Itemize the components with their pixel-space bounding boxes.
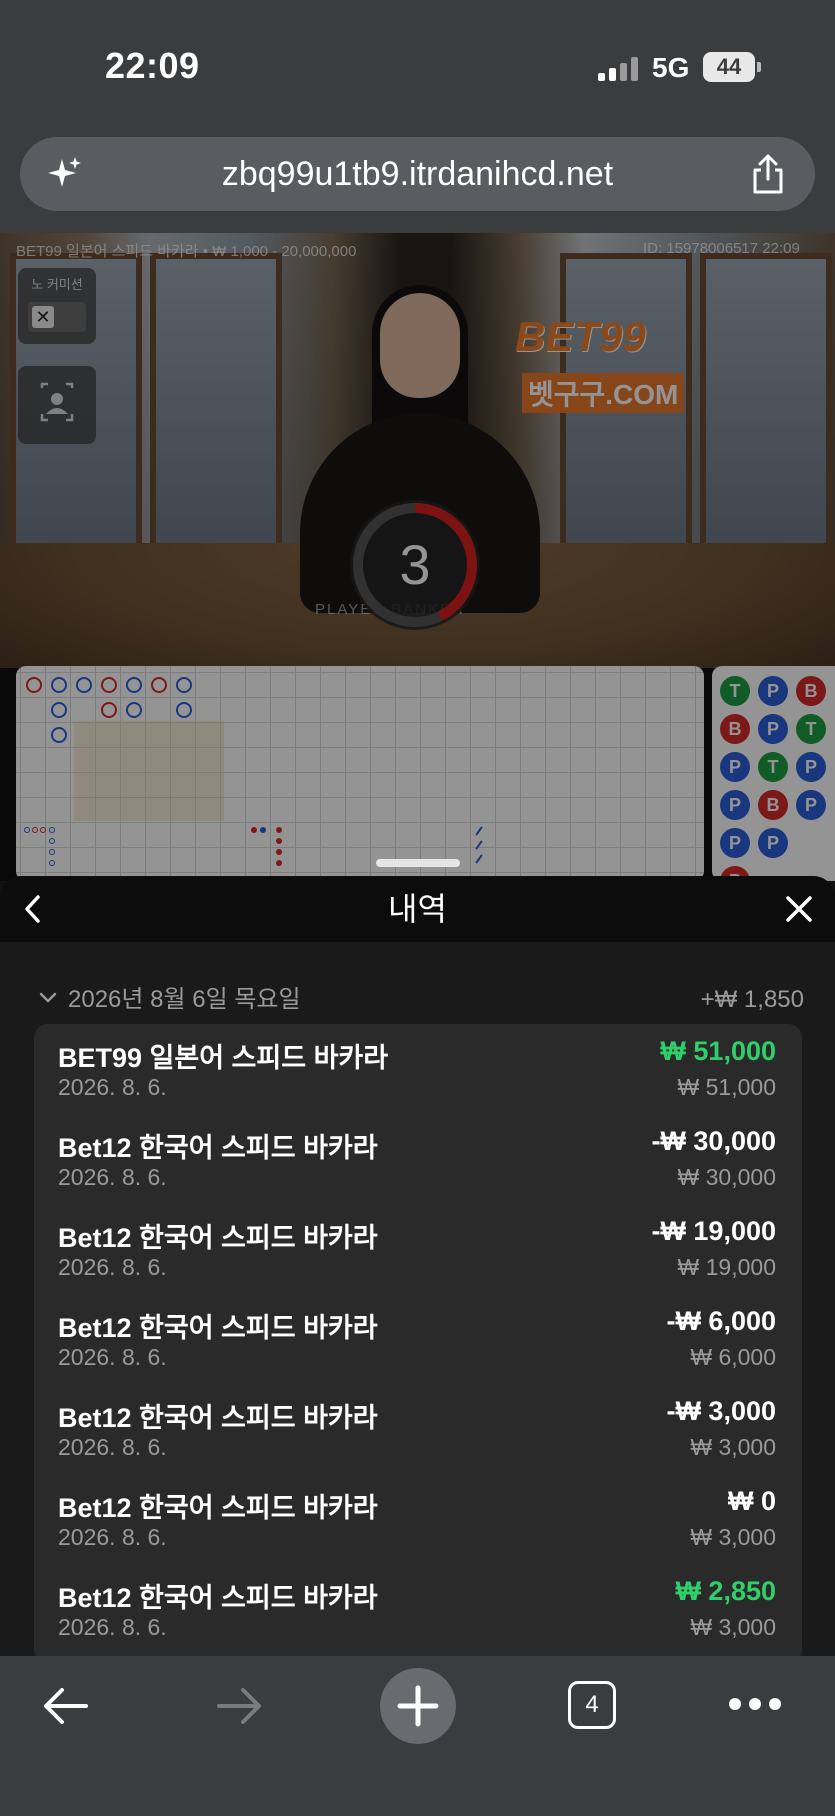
item-stake: ₩ 30,000 <box>677 1164 776 1190</box>
history-item[interactable]: Bet12 한국어 스피드 바카라 2026. 8. 6. ₩ 2,850 ₩ … <box>34 1564 802 1654</box>
item-stake: ₩ 3,000 <box>690 1614 776 1640</box>
item-stake: ₩ 19,000 <box>677 1254 776 1280</box>
close-icon[interactable] <box>784 894 814 924</box>
tabs-button[interactable]: 4 <box>568 1681 616 1729</box>
new-tab-button[interactable] <box>380 1668 456 1744</box>
timer-value: 3 <box>399 533 431 596</box>
bead-player: P <box>720 752 750 782</box>
address-bar[interactable]: zbq99u1tb9.itrdanihcd.net <box>20 137 815 211</box>
no-commission-label: 노 커미션 <box>31 277 83 292</box>
bead-player: P <box>758 714 788 744</box>
big-road-scoreboard <box>16 666 704 881</box>
item-amount: ₩ 51,000 <box>660 1036 776 1066</box>
back-arrow-icon[interactable] <box>40 1684 90 1728</box>
bead-player: P <box>758 828 788 858</box>
item-date: 2026. 8. 6. <box>58 1524 167 1550</box>
browser-toolbar: 4 <box>0 1656 835 1816</box>
game-id: ID: 15978006517 22:09 <box>643 240 800 257</box>
bead-player: P <box>720 790 750 820</box>
history-item[interactable]: BET99 일본어 스피드 바카라 2026. 8. 6. ₩ 51,000 ₩… <box>34 1024 802 1114</box>
item-stake: ₩ 6,000 <box>690 1344 776 1370</box>
share-icon[interactable] <box>748 153 788 195</box>
forward-arrow-icon[interactable] <box>215 1684 265 1728</box>
history-item[interactable]: Bet12 한국어 스피드 바카라 2026. 8. 6. -₩ 19,000 … <box>34 1204 802 1294</box>
bead-player: P <box>796 752 826 782</box>
day-group-header[interactable]: 2026년 8월 6일 목요일 +₩ 1,850 <box>34 980 804 1020</box>
close-icon: ✕ <box>32 306 54 328</box>
item-amount: -₩ 3,000 <box>666 1396 776 1426</box>
plus-icon <box>397 1685 439 1727</box>
history-item[interactable]: Bet12 한국어 스피드 바카라 2026. 8. 6. -₩ 3,000 ₩… <box>34 1384 802 1474</box>
chevron-down-icon <box>39 992 57 1003</box>
item-stake: ₩ 3,000 <box>690 1524 776 1550</box>
game-name: Bet12 한국어 스피드 바카라 <box>58 1583 378 1613</box>
url-text[interactable]: zbq99u1tb9.itrdanihcd.net <box>20 137 815 211</box>
history-list: BET99 일본어 스피드 바카라 2026. 8. 6. ₩ 51,000 ₩… <box>34 1024 802 1664</box>
history-item[interactable]: Bet12 한국어 스피드 바카라 2026. 8. 6. -₩ 30,000 … <box>34 1114 802 1204</box>
history-item[interactable]: Bet12 한국어 스피드 바카라 2026. 8. 6. -₩ 6,000 ₩… <box>34 1294 802 1384</box>
person-frame-icon <box>40 382 74 422</box>
no-commission-toggle[interactable]: 노 커미션 ✕ <box>18 268 96 344</box>
bead-banker: B <box>758 790 788 820</box>
history-item[interactable]: Bet12 한국어 스피드 바카라 2026. 8. 6. ₩ 0 ₩ 3,00… <box>34 1474 802 1564</box>
network-type: 5G <box>652 52 690 83</box>
brand-logo: BET99 <box>515 313 646 360</box>
game-name: Bet12 한국어 스피드 바카라 <box>58 1133 378 1163</box>
item-date: 2026. 8. 6. <box>58 1074 167 1100</box>
bead-player: P <box>758 676 788 706</box>
brand-logo-subtext: 벳구구.COM <box>522 373 685 413</box>
item-amount: -₩ 6,000 <box>666 1306 776 1336</box>
day-date: 2026년 8월 6일 목요일 <box>68 986 301 1013</box>
bead-banker: B <box>796 676 826 706</box>
sheet-header: 내역 <box>0 876 835 942</box>
history-sheet: 내역 2026년 8월 6일 목요일 +₩ 1,850 BET99 일본어 스피… <box>0 876 835 1664</box>
game-name: Bet12 한국어 스피드 바카라 <box>58 1493 378 1523</box>
item-stake: ₩ 3,000 <box>690 1434 776 1460</box>
countdown-timer: 3 <box>350 500 480 630</box>
bead-tie: T <box>720 676 750 706</box>
cellular-signal-icon <box>598 57 640 81</box>
item-amount: -₩ 30,000 <box>651 1126 776 1156</box>
battery-icon: 44 <box>703 52 761 82</box>
item-date: 2026. 8. 6. <box>58 1614 167 1640</box>
item-amount: -₩ 19,000 <box>651 1216 776 1246</box>
item-amount: ₩ 2,850 <box>675 1576 776 1606</box>
game-name: Bet12 한국어 스피드 바카라 <box>58 1403 378 1433</box>
item-date: 2026. 8. 6. <box>58 1254 167 1280</box>
bead-player: P <box>720 828 750 858</box>
game-name: Bet12 한국어 스피드 바카라 <box>58 1313 378 1343</box>
sheet-grabber[interactable] <box>376 859 460 867</box>
item-amount: ₩ 0 <box>727 1486 776 1516</box>
bead-tie: T <box>758 752 788 782</box>
bead-banker: B <box>720 714 750 744</box>
game-name: BET99 일본어 스피드 바카라 <box>58 1043 389 1073</box>
status-time: 22:09 <box>105 45 200 86</box>
item-date: 2026. 8. 6. <box>58 1164 167 1190</box>
game-name: Bet12 한국어 스피드 바카라 <box>58 1223 378 1253</box>
bead-tie: T <box>796 714 826 744</box>
toggle-switch[interactable]: ✕ <box>28 302 86 332</box>
more-icon[interactable] <box>728 1696 782 1712</box>
item-date: 2026. 8. 6. <box>58 1344 167 1370</box>
game-info: BET99 일본어 스피드 바카라 • ₩ 1,000 - 20,000,000 <box>16 243 357 260</box>
sparkle-icon[interactable] <box>44 155 84 195</box>
bead-road-scoreboard: T P B B P T P T P P B P P P P <box>712 666 835 881</box>
sheet-title: 내역 <box>388 891 447 927</box>
portrait-mode-button[interactable] <box>18 366 96 444</box>
item-stake: ₩ 51,000 <box>677 1074 776 1100</box>
bead-player: P <box>796 790 826 820</box>
day-total: +₩ 1,850 <box>700 986 804 1013</box>
item-date: 2026. 8. 6. <box>58 1434 167 1460</box>
